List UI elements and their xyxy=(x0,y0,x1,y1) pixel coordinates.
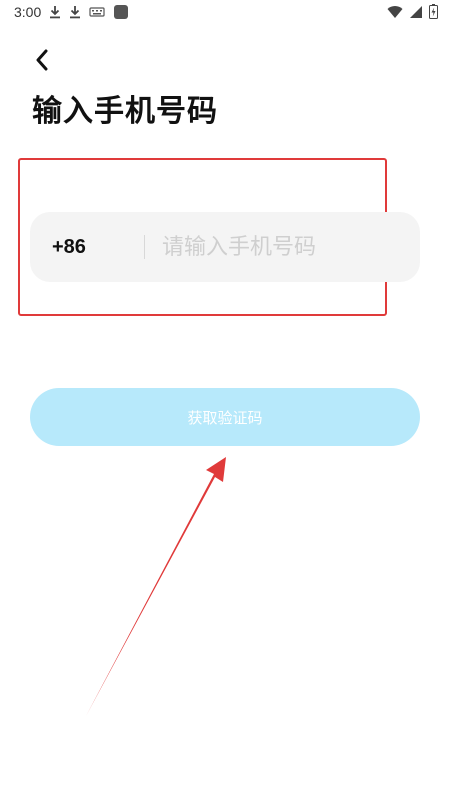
wifi-icon xyxy=(387,5,403,19)
download-icon xyxy=(49,5,61,19)
page-title: 输入手机号码 xyxy=(32,94,218,129)
keyboard-icon xyxy=(89,6,105,18)
app-icon xyxy=(113,4,129,20)
login-screen: 3:00 输入手机号码 +86 请输入手机号码 获取验证码 xyxy=(0,0,450,800)
status-bar-left: 3:00 xyxy=(14,4,129,20)
chevron-left-icon xyxy=(36,49,48,71)
signal-icon xyxy=(409,5,423,19)
get-verification-code-button[interactable]: 获取验证码 xyxy=(30,388,420,446)
phone-number-input[interactable] xyxy=(162,222,412,272)
download-icon xyxy=(69,5,81,19)
status-bar-right xyxy=(387,4,438,19)
input-divider xyxy=(144,235,145,259)
country-code-selector[interactable]: +86 xyxy=(52,212,86,282)
phone-input-row: +86 xyxy=(30,212,420,282)
back-button[interactable] xyxy=(30,48,54,72)
status-time: 3:00 xyxy=(14,4,42,20)
battery-icon xyxy=(429,4,438,19)
status-bar: 3:00 xyxy=(0,0,450,26)
